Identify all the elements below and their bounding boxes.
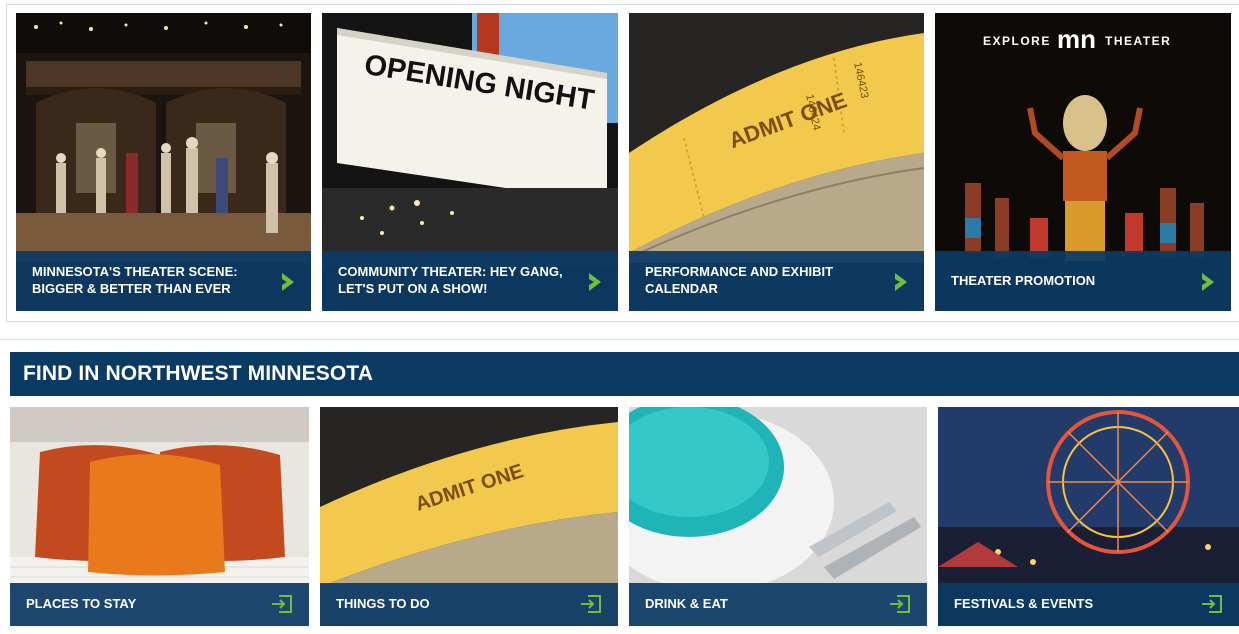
- mn-logo-icon: mn: [1057, 24, 1096, 54]
- chevron-right-icon: [282, 273, 294, 291]
- card-theater-promotion[interactable]: EXPLORE mn THEATER THEATER PROMOTION: [935, 13, 1231, 311]
- enter-icon: [581, 595, 601, 613]
- section-divider: [0, 339, 1239, 340]
- card-caption: THEATER PROMOTION: [935, 251, 1231, 311]
- card-title: DRINK & EAT: [645, 596, 728, 611]
- card-title: PERFORMANCE AND EXHIBIT CALENDAR: [645, 264, 834, 296]
- card-community-theater[interactable]: OPENING NIGHT COMMUNITY THEATER: HEY GAN…: [322, 13, 618, 311]
- card-things-to-do[interactable]: ADMIT ONE THINGS TO DO: [320, 407, 618, 626]
- logo-explore: EXPLORE: [983, 34, 1051, 48]
- card-title: PLACES TO STAY: [26, 596, 137, 611]
- enter-icon: [1202, 595, 1222, 613]
- card-caption: MINNESOTA'S THEATER SCENE: BIGGER & BETT…: [16, 251, 311, 311]
- chevron-right-icon: [1202, 273, 1214, 291]
- card-festivals-events[interactable]: FESTIVALS & EVENTS: [938, 407, 1239, 626]
- card-title: COMMUNITY THEATER: HEY GANG, LET'S PUT O…: [338, 264, 563, 296]
- enter-icon: [272, 595, 292, 613]
- card-caption: PERFORMANCE AND EXHIBIT CALENDAR: [629, 251, 924, 311]
- card-caption: THINGS TO DO: [320, 583, 618, 626]
- enter-icon: [890, 595, 910, 613]
- card-caption: PLACES TO STAY: [10, 583, 309, 626]
- card-title: FESTIVALS & EVENTS: [954, 596, 1094, 611]
- card-caption: COMMUNITY THEATER: HEY GANG, LET'S PUT O…: [322, 251, 618, 311]
- card-theater-scene[interactable]: MINNESOTA'S THEATER SCENE: BIGGER & BETT…: [16, 13, 311, 311]
- card-caption: FESTIVALS & EVENTS: [938, 583, 1239, 626]
- chevron-right-icon: [589, 273, 601, 291]
- card-drink-eat[interactable]: DRINK & EAT: [629, 407, 927, 626]
- chevron-right-icon: [895, 273, 907, 291]
- logo-theater: THEATER: [1105, 34, 1171, 48]
- card-title: THEATER PROMOTION: [951, 273, 1096, 288]
- card-title: THINGS TO DO: [336, 596, 430, 611]
- card-performance-calendar[interactable]: ADMIT ONE 146424 146423 PERFORMANCE AND …: [629, 13, 924, 311]
- section-title: FIND IN NORTHWEST MINNESOTA: [10, 352, 1239, 396]
- card-places-to-stay[interactable]: PLACES TO STAY: [10, 407, 309, 626]
- card-caption: DRINK & EAT: [629, 583, 927, 626]
- card-title: MINNESOTA'S THEATER SCENE: BIGGER & BETT…: [32, 264, 238, 296]
